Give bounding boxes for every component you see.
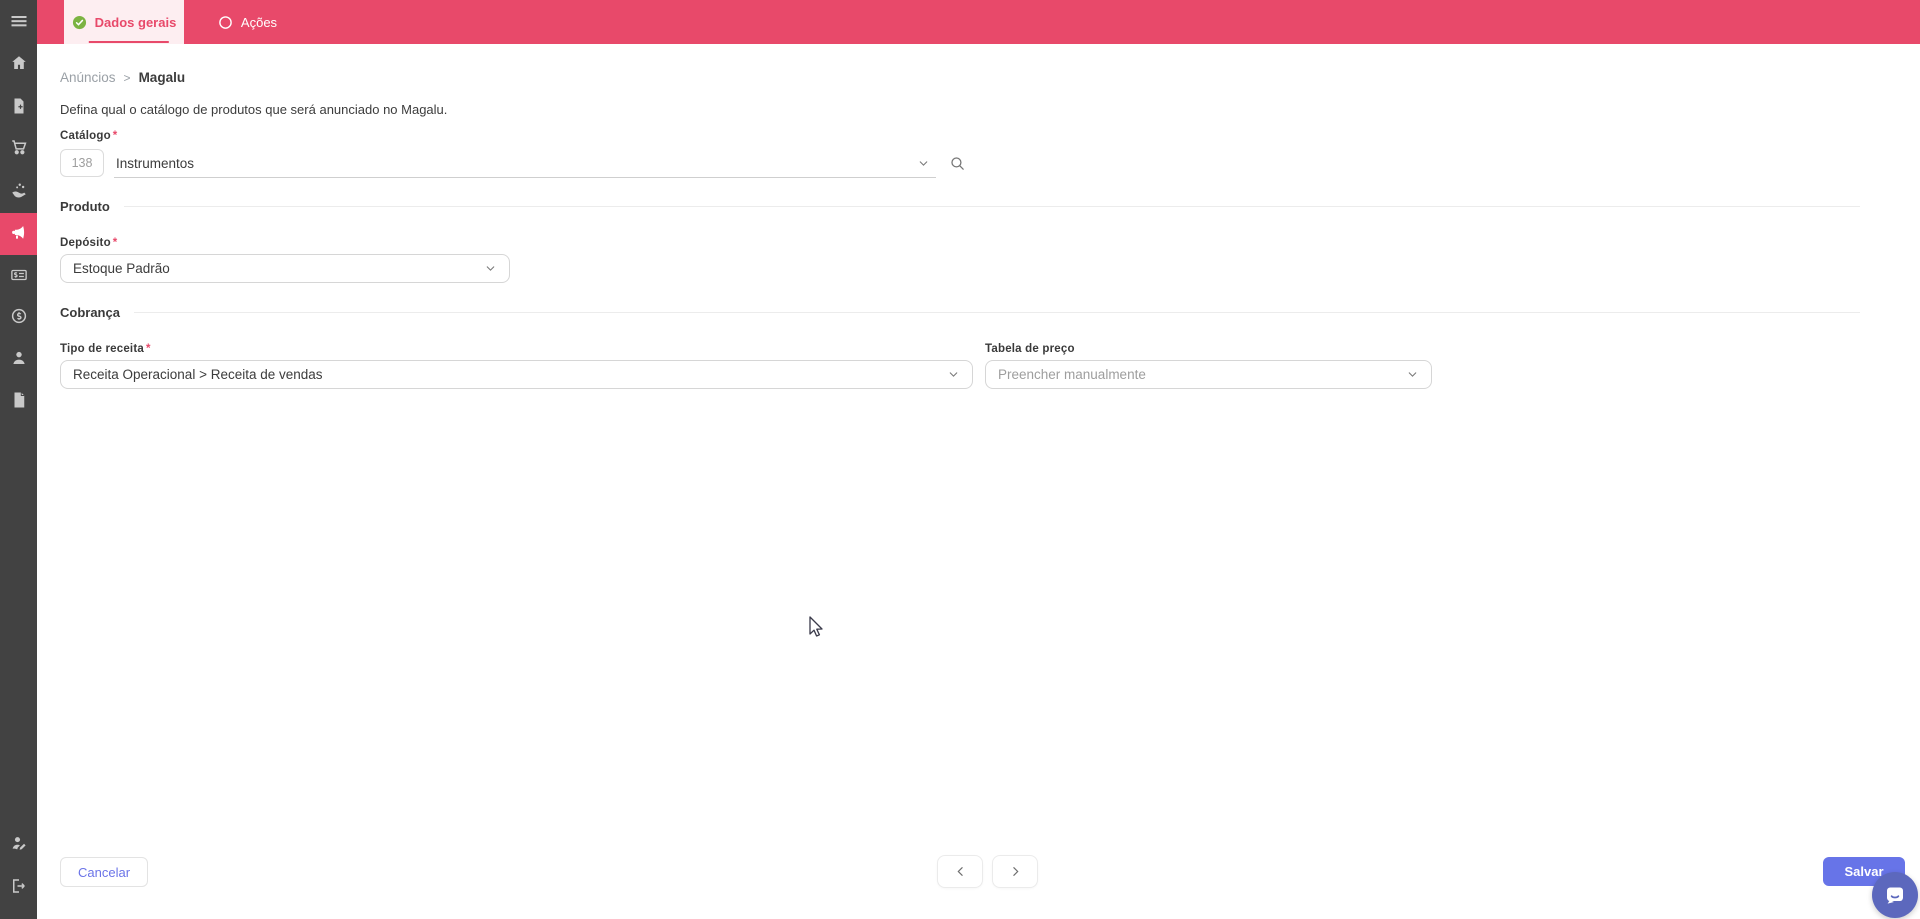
sidebar xyxy=(0,0,37,919)
dollar-circle-icon xyxy=(10,307,28,330)
chevron-down-icon xyxy=(947,368,960,381)
catalogo-field: 138 Instrumentos xyxy=(60,149,970,178)
deposito-label: Depósito* xyxy=(60,237,117,249)
section-title: Produto xyxy=(60,199,110,214)
tipo-receita-value: Receita Operacional > Receita de vendas xyxy=(73,367,323,382)
hamburger-menu-icon xyxy=(9,11,29,36)
sidebar-item-person[interactable] xyxy=(0,339,37,381)
invoice-icon xyxy=(10,266,28,289)
sidebar-item-cart[interactable] xyxy=(0,128,37,170)
cancel-button[interactable]: Cancelar xyxy=(60,857,148,887)
tab-label: Dados gerais xyxy=(95,15,177,30)
search-icon xyxy=(949,155,966,172)
sidebar-item-file-plus[interactable] xyxy=(0,87,37,129)
file-plus-icon xyxy=(10,97,28,120)
chat-bubble-icon xyxy=(1883,883,1907,907)
page-description: Defina qual o catálogo de produtos que s… xyxy=(60,102,447,117)
tipo-receita-select[interactable]: Receita Operacional > Receita de vendas xyxy=(60,360,973,389)
tipo-receita-label: Tipo de receita* xyxy=(60,343,151,355)
tab-acoes[interactable]: Ações xyxy=(184,0,311,44)
required-mark: * xyxy=(146,343,151,355)
megaphone-icon xyxy=(10,223,28,246)
breadcrumb-current: Magalu xyxy=(139,70,186,85)
person-icon xyxy=(10,349,28,372)
breadcrumb: Anúncios > Magalu xyxy=(60,70,185,85)
sidebar-item-account[interactable] xyxy=(0,824,37,866)
section-title: Cobrança xyxy=(60,305,120,320)
sidebar-menu-toggle[interactable] xyxy=(0,2,37,44)
home-icon xyxy=(10,54,28,77)
required-mark: * xyxy=(113,237,118,249)
main-content: Anúncios > Magalu Defina qual o catálogo… xyxy=(37,44,1920,919)
chevron-right-icon xyxy=(1009,865,1022,878)
deposito-value: Estoque Padrão xyxy=(73,261,170,276)
pagination-next-button[interactable] xyxy=(992,855,1038,888)
breadcrumb-anuncios-link[interactable]: Anúncios xyxy=(60,70,116,85)
catalogo-select[interactable]: Instrumentos xyxy=(114,149,936,178)
sidebar-item-hand-coin[interactable] xyxy=(0,171,37,213)
sidebar-item-megaphone[interactable] xyxy=(0,213,37,255)
chat-widget-button[interactable] xyxy=(1872,872,1918,918)
logout-icon xyxy=(10,877,28,900)
chevron-down-icon xyxy=(1406,368,1419,381)
tab-dados-gerais[interactable]: Dados gerais xyxy=(64,0,184,44)
tabela-preco-label: Tabela de preço xyxy=(985,343,1075,355)
required-mark: * xyxy=(113,130,118,142)
catalogo-value: Instrumentos xyxy=(116,156,194,171)
catalogo-code-input[interactable]: 138 xyxy=(60,149,104,177)
tab-label: Ações xyxy=(241,15,277,30)
deposito-select[interactable]: Estoque Padrão xyxy=(60,254,510,283)
person-edit-icon xyxy=(10,834,28,857)
chevron-left-icon xyxy=(954,865,967,878)
sidebar-item-document[interactable] xyxy=(0,381,37,423)
hand-coin-icon xyxy=(10,181,28,204)
section-cobranca: Cobrança xyxy=(60,305,1860,320)
breadcrumb-separator: > xyxy=(124,71,131,85)
section-produto: Produto xyxy=(60,199,1860,214)
sidebar-item-dollar[interactable] xyxy=(0,297,37,339)
sidebar-item-invoice[interactable] xyxy=(0,256,37,298)
sidebar-item-home[interactable] xyxy=(0,44,37,86)
sidebar-item-logout[interactable] xyxy=(0,867,37,909)
catalogo-label: Catálogo* xyxy=(60,130,117,142)
catalogo-search-button[interactable] xyxy=(944,149,970,178)
document-icon xyxy=(10,391,28,414)
pagination-prev-button[interactable] xyxy=(937,855,983,888)
active-tab-underline xyxy=(89,41,169,43)
circle-outline-icon xyxy=(218,15,233,30)
shopping-cart-icon xyxy=(10,138,28,161)
topbar: Dados gerais Ações xyxy=(37,0,1920,44)
section-divider xyxy=(124,206,1860,207)
chevron-down-icon xyxy=(917,157,930,170)
section-divider xyxy=(134,312,1860,313)
tabela-preco-placeholder: Preencher manualmente xyxy=(998,367,1146,382)
chevron-down-icon xyxy=(484,262,497,275)
tabela-preco-select[interactable]: Preencher manualmente xyxy=(985,360,1432,389)
check-circle-icon xyxy=(72,15,87,30)
